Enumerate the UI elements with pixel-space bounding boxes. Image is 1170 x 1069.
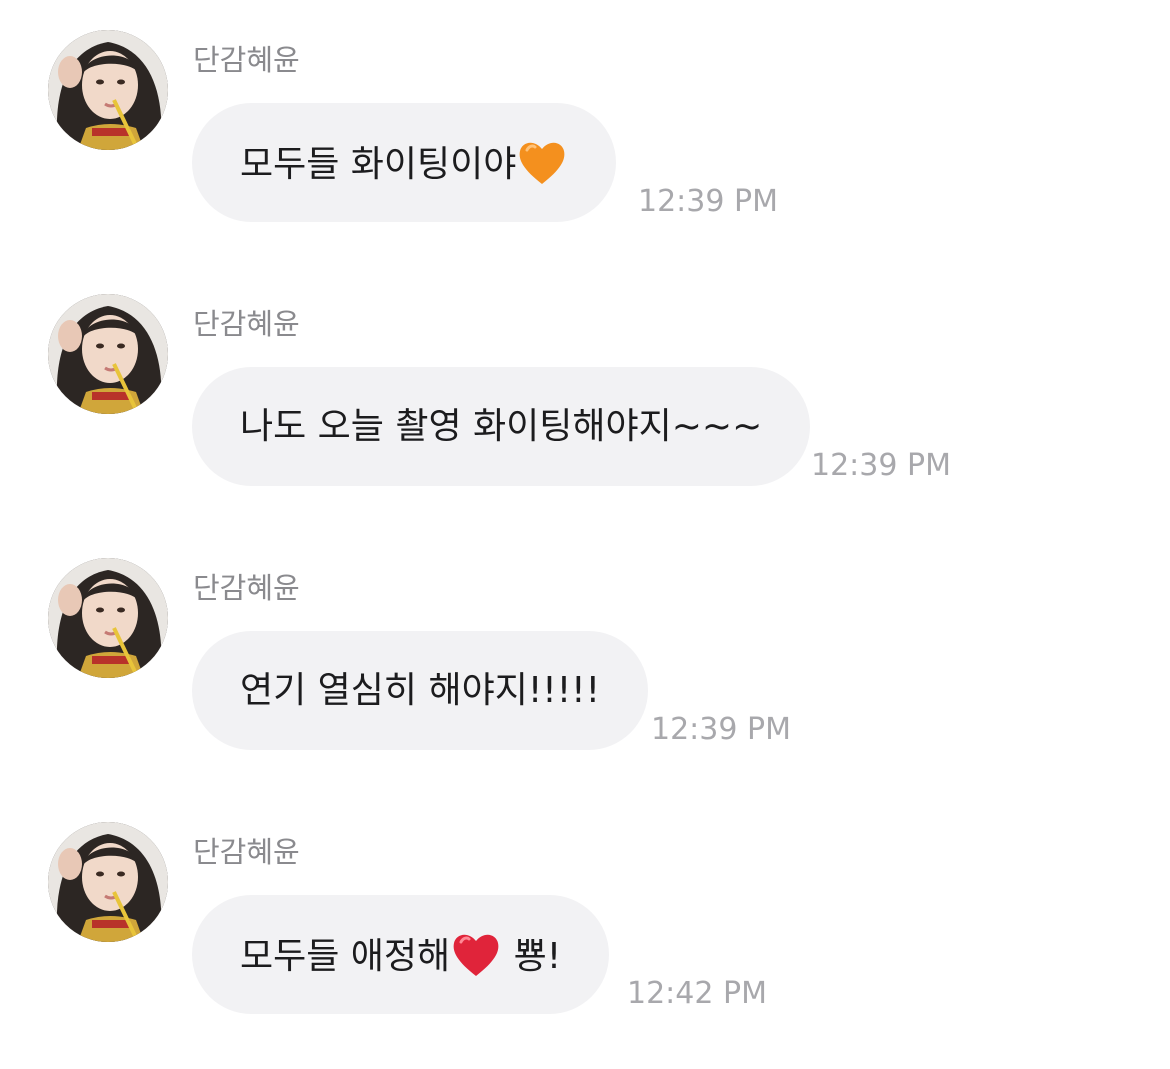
- message-bubble[interactable]: 모두들 애정해 뿅!: [192, 895, 610, 1014]
- sender-name: 단감혜윤: [193, 571, 300, 605]
- orange-heart-icon: [516, 138, 568, 186]
- avatar-photo: [48, 30, 168, 150]
- chat-thread: 단감혜윤 모두들 화이팅이야 12:39 PM 단감혜윤 나도 오늘 촬영 화이…: [0, 0, 1170, 1069]
- message-row: 단감혜윤 모두들 화이팅이야 12:39 PM: [0, 0, 1170, 230]
- message-text: 모두들 화이팅이야: [240, 138, 568, 187]
- timestamp: 12:39 PM: [638, 184, 778, 219]
- avatar-photo: [48, 822, 168, 942]
- avatar[interactable]: [48, 822, 168, 942]
- timestamp: 12:39 PM: [651, 712, 791, 747]
- avatar[interactable]: [48, 30, 168, 150]
- message-bubble[interactable]: 나도 오늘 촬영 화이팅해야지~~~: [192, 367, 811, 486]
- sender-name: 단감혜윤: [193, 835, 300, 869]
- message-bubble[interactable]: 연기 열심히 해야지!!!!!: [192, 631, 649, 750]
- timestamp: 12:42 PM: [627, 976, 767, 1011]
- message-text: 모두들 애정해 뿅!: [240, 930, 561, 979]
- timestamp: 12:39 PM: [811, 448, 951, 483]
- message-row: 단감혜윤 모두들 애정해 뿅! 12:42 PM: [0, 792, 1170, 1022]
- avatar[interactable]: [48, 558, 168, 678]
- red-heart-icon: [450, 930, 502, 978]
- avatar-photo: [48, 558, 168, 678]
- sender-name: 단감혜윤: [193, 43, 300, 77]
- message-text: 나도 오늘 촬영 화이팅해야지~~~: [240, 405, 763, 447]
- message-row: 단감혜윤 나도 오늘 촬영 화이팅해야지~~~ 12:39 PM: [0, 264, 1170, 494]
- sender-name: 단감혜윤: [193, 307, 300, 341]
- message-text: 연기 열심히 해야지!!!!!: [240, 669, 601, 711]
- avatar[interactable]: [48, 294, 168, 414]
- avatar-photo: [48, 294, 168, 414]
- message-row: 단감혜윤 연기 열심히 해야지!!!!! 12:39 PM: [0, 528, 1170, 758]
- message-bubble[interactable]: 모두들 화이팅이야: [192, 103, 617, 222]
